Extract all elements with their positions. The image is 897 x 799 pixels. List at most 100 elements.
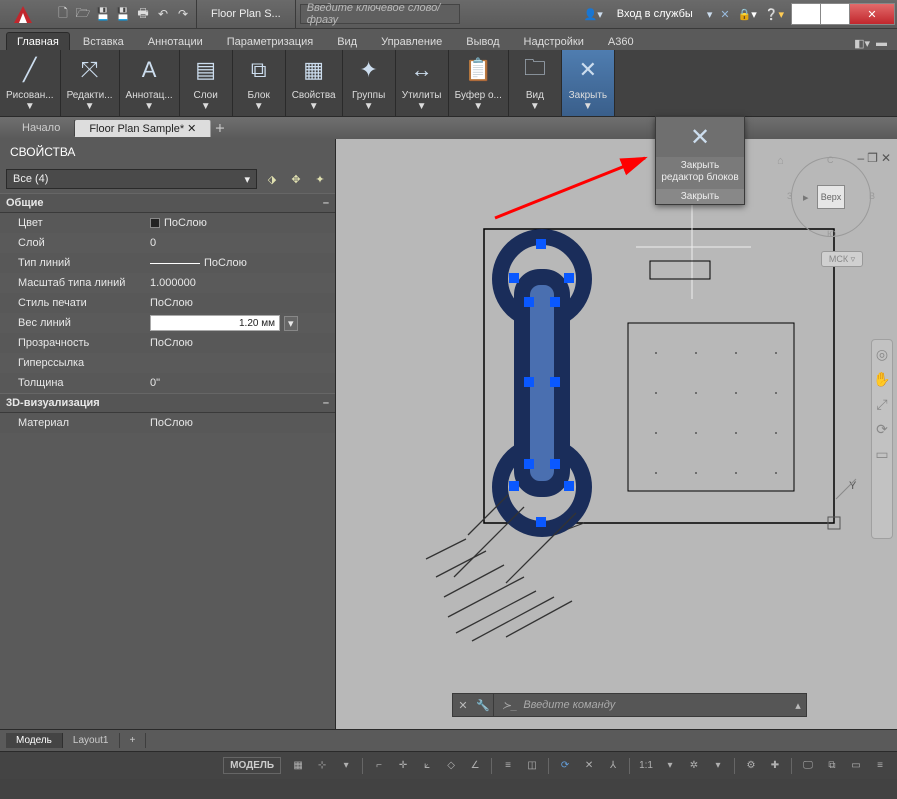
command-input[interactable]: ≻_Введите команду bbox=[493, 694, 790, 716]
toggle-pi-icon[interactable]: ⬗ bbox=[263, 170, 281, 188]
grid-icon[interactable]: ▦ bbox=[287, 756, 309, 776]
property-row[interactable]: Вес линий ▾ bbox=[0, 313, 335, 333]
add-tab-button[interactable]: ✕ bbox=[208, 115, 233, 140]
viewcube-arrow-icon[interactable]: ▸ bbox=[803, 191, 809, 204]
annomonitor-icon[interactable]: ✚ bbox=[764, 756, 786, 776]
pan-icon[interactable]: ✋ bbox=[873, 371, 890, 388]
ribbon-tab-8[interactable]: A360 bbox=[597, 32, 645, 50]
ribbon-tab-6[interactable]: Вывод bbox=[455, 32, 510, 50]
cmd-close-icon[interactable]: ✕ bbox=[453, 699, 473, 712]
print-icon[interactable]: 🖶 bbox=[134, 5, 152, 23]
help-icon[interactable]: ❔▾ bbox=[765, 8, 784, 21]
ribbon-panel-Редакти...[interactable]: ⤧Редакти...▼ bbox=[61, 50, 120, 116]
dropdown-icon[interactable]: ▾ bbox=[335, 756, 357, 776]
quick-select-icon[interactable]: ✥ bbox=[287, 170, 305, 188]
viewcube[interactable]: Верх С Ю В З ⌂ ▸ bbox=[791, 157, 871, 237]
home-icon[interactable]: ⌂ bbox=[777, 155, 784, 167]
redo-icon[interactable]: ↷ bbox=[174, 5, 192, 23]
ribbon-min-icon[interactable]: ▬ bbox=[876, 37, 887, 50]
drawing-canvas[interactable]: – ❐ ✕ Y bbox=[336, 139, 897, 729]
save-icon[interactable]: 💾 bbox=[94, 5, 112, 23]
3dosnap-icon[interactable]: ✕ bbox=[578, 756, 600, 776]
close-editor-button[interactable]: ✕ bbox=[656, 117, 744, 157]
layout-tab[interactable]: Layout1 bbox=[63, 733, 120, 748]
ribbon-tab-0[interactable]: Главная bbox=[6, 32, 70, 50]
orbit-icon[interactable]: ⟳ bbox=[876, 421, 888, 438]
ribbon-tab-7[interactable]: Надстройки bbox=[513, 32, 595, 50]
ribbon-panel-Аннотац...[interactable]: AАннотац...▼ bbox=[120, 50, 180, 116]
customize-icon[interactable]: ≡ bbox=[869, 756, 891, 776]
user-icon[interactable]: 👤▾ bbox=[584, 8, 603, 21]
cmd-expand-icon[interactable]: ▴ bbox=[790, 699, 806, 712]
otrack-icon[interactable]: ∠ bbox=[464, 756, 486, 776]
ribbon-panel-Буфер о...[interactable]: 📋Буфер о...▼ bbox=[449, 50, 509, 116]
property-row[interactable]: Толщина0" bbox=[0, 373, 335, 393]
category-3dviz[interactable]: 3D-визуализация– bbox=[0, 393, 335, 413]
ribbon-tab-1[interactable]: Вставка bbox=[72, 32, 135, 50]
property-row[interactable]: Тип линий ПоСлою bbox=[0, 253, 335, 273]
ucs-label[interactable]: МСК ▿ bbox=[821, 251, 863, 267]
ribbon-tab-5[interactable]: Управление bbox=[370, 32, 453, 50]
cleanscreen-icon[interactable]: ▭ bbox=[845, 756, 867, 776]
ribbon-panel-Рисован...[interactable]: ╱Рисован...▼ bbox=[0, 50, 61, 116]
property-row[interactable]: Стиль печатиПоСлою bbox=[0, 293, 335, 313]
undo-icon[interactable]: ↶ bbox=[154, 5, 172, 23]
close-window-button[interactable]: ✕ bbox=[849, 3, 895, 25]
saveas-icon[interactable]: 💾 bbox=[114, 5, 132, 23]
property-row[interactable]: Слой0 bbox=[0, 233, 335, 253]
cycling-icon[interactable]: ⟳ bbox=[554, 756, 576, 776]
property-row[interactable]: Масштаб типа линий1.000000 bbox=[0, 273, 335, 293]
select-objects-icon[interactable]: ✦ bbox=[311, 170, 329, 188]
annoscale-icon[interactable]: ✲ bbox=[683, 756, 705, 776]
transparency-icon[interactable]: ◫ bbox=[521, 756, 543, 776]
search-input[interactable]: Введите ключевое слово/фразу bbox=[300, 4, 460, 24]
snap-icon[interactable]: ⊹ bbox=[311, 756, 333, 776]
ribbon-panel-Закрыть[interactable]: ✕Закрыть▼ bbox=[562, 50, 615, 116]
steering-wheel-icon[interactable]: ◎ bbox=[876, 346, 888, 363]
exchange-icon[interactable]: ✕ bbox=[720, 8, 729, 21]
open-icon[interactable]: 🗁 bbox=[74, 5, 92, 23]
ribbon-panel-Слои[interactable]: ▤Слои▼ bbox=[180, 50, 233, 116]
model-space-button[interactable]: МОДЕЛЬ bbox=[223, 757, 281, 774]
minimize-button[interactable]: ─ bbox=[791, 3, 821, 25]
ribbon-panel-Утилиты[interactable]: ↔Утилиты▼ bbox=[396, 50, 449, 116]
showmotion-icon[interactable]: ▭ bbox=[875, 446, 888, 463]
isoplane-icon[interactable]: ⟀ bbox=[416, 756, 438, 776]
ribbon-panel-Блок[interactable]: ⧉Блок▼ bbox=[233, 50, 286, 116]
ribbon-panel-Свойства[interactable]: ▦Свойства▼ bbox=[286, 50, 343, 116]
doc-tab[interactable]: Начало bbox=[8, 120, 75, 136]
cloud-icon[interactable]: 🔒▾ bbox=[738, 8, 757, 21]
lineweight-icon[interactable]: ≡ bbox=[497, 756, 519, 776]
zoom-icon[interactable]: ⤢ bbox=[876, 396, 887, 413]
viewcube-face[interactable]: Верх bbox=[817, 185, 845, 209]
ribbon-tab-3[interactable]: Параметризация bbox=[216, 32, 324, 50]
scale-button[interactable]: 1:1 bbox=[635, 756, 657, 776]
layout-tab[interactable]: Модель bbox=[6, 733, 63, 748]
workspace-icon[interactable]: ⚙ bbox=[740, 756, 762, 776]
maximize-button[interactable]: ☐ bbox=[820, 3, 850, 25]
category-general[interactable]: Общие– bbox=[0, 193, 335, 213]
login-link[interactable]: Вход в службы bbox=[611, 8, 699, 20]
lineweight-input[interactable] bbox=[150, 315, 280, 331]
add-layout-button[interactable]: + bbox=[120, 733, 147, 748]
ribbon-collapse-icon[interactable]: ◧▾ bbox=[854, 37, 870, 50]
new-icon[interactable]: 🗋 bbox=[54, 5, 72, 23]
property-row[interactable]: ПрозрачностьПоСлою bbox=[0, 333, 335, 353]
dynamic-ucs-icon[interactable]: ⅄ bbox=[602, 756, 624, 776]
ribbon-tab-4[interactable]: Вид bbox=[326, 32, 368, 50]
property-row[interactable]: Гиперссылка bbox=[0, 353, 335, 373]
doc-tab[interactable]: Floor Plan Sample* ✕ bbox=[75, 120, 211, 137]
ribbon-panel-Группы[interactable]: ✦Группы▼ bbox=[343, 50, 396, 116]
property-row[interactable]: Цвет ПоСлою bbox=[0, 213, 335, 233]
selection-dropdown[interactable]: Все (4)▾ bbox=[6, 169, 257, 189]
ribbon-tab-2[interactable]: Аннотации bbox=[137, 32, 214, 50]
hardware-icon[interactable]: 🖵 bbox=[797, 756, 819, 776]
property-row[interactable]: МатериалПоСлою bbox=[0, 413, 335, 433]
ribbon-panel-Вид[interactable]: 🗀Вид▼ bbox=[509, 50, 562, 116]
osnap-icon[interactable]: ◇ bbox=[440, 756, 462, 776]
cmd-settings-icon[interactable]: 🔧 bbox=[473, 699, 493, 712]
ortho-icon[interactable]: ⌐ bbox=[368, 756, 390, 776]
polar-icon[interactable]: ✛ bbox=[392, 756, 414, 776]
isolate-icon[interactable]: ⧉ bbox=[821, 756, 843, 776]
app-logo[interactable] bbox=[0, 0, 50, 28]
